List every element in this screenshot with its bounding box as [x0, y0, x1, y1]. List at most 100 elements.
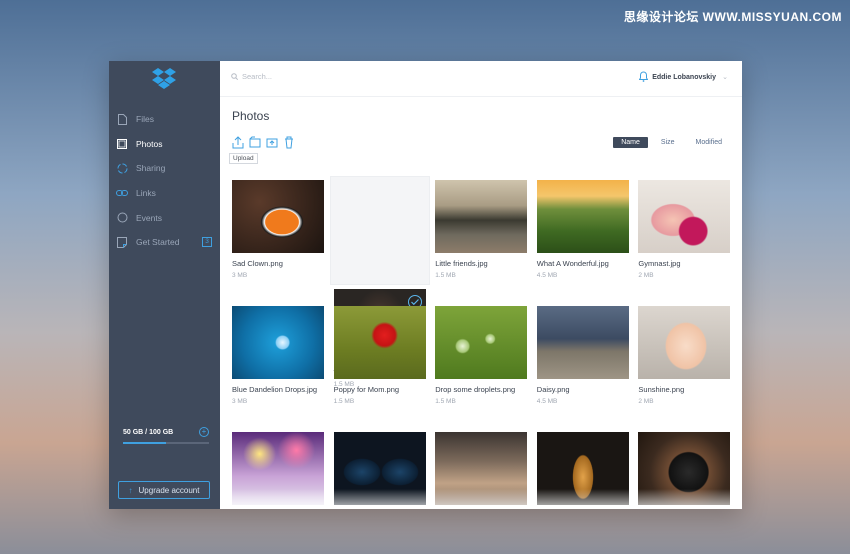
photo-thumbnail[interactable] — [638, 306, 731, 379]
photo-card[interactable] — [536, 432, 629, 505]
photo-size: 2 MB — [638, 398, 654, 405]
sidebar-item-label: Get Started — [136, 237, 180, 248]
user-name[interactable]: Eddie Lobanovskiy — [652, 74, 716, 81]
photo-name: Blue Dandelion Drops.jpg — [232, 385, 318, 394]
photo-name: Sad Clown.png — [232, 259, 283, 268]
app-window: Files Photos Sharing Links Events Get St… — [109, 61, 742, 509]
sort-by-modified-button[interactable]: Modified — [688, 137, 730, 148]
photo-card[interactable]: Sunshine.png 2 MB — [638, 306, 731, 405]
upgrade-account-label: Upgrade account — [138, 485, 200, 495]
storage-label: 50 GB / 100 GB — [123, 429, 174, 436]
sidebar-item-label: Photos — [136, 138, 163, 149]
photo-name: What A Wonderful.jpg — [536, 259, 609, 268]
photo-name: Gymnast.jpg — [638, 259, 681, 268]
photo-thumbnail[interactable] — [536, 432, 629, 505]
photo-thumbnail[interactable] — [435, 432, 528, 505]
sharing-icon — [116, 162, 128, 174]
selection-highlight — [329, 176, 430, 285]
file-icon — [116, 113, 128, 125]
sidebar-item-label: Sharing — [136, 163, 166, 174]
photo-size: 2 MB — [638, 272, 654, 279]
delete-icon[interactable] — [283, 136, 295, 149]
photo-name: Sunshine.png — [638, 385, 685, 394]
fade-overlay — [435, 489, 528, 505]
photo-thumbnail[interactable] — [638, 180, 731, 253]
photo-size: 1.5 MB — [435, 272, 456, 279]
search-box[interactable]: Search... — [231, 72, 272, 81]
sort-by-name-button[interactable]: Name — [613, 137, 648, 148]
photo-icon — [116, 138, 128, 150]
photo-thumbnail[interactable] — [536, 306, 629, 379]
fade-overlay — [232, 489, 324, 505]
sidebar-item-links[interactable]: Links — [109, 181, 220, 206]
sidebar-item-files[interactable]: Files — [109, 107, 220, 132]
arrow-up-icon: ↑ — [128, 485, 133, 495]
sidebar-item-label: Links — [136, 188, 156, 199]
photo-name: Little friends.jpg — [435, 259, 488, 268]
add-storage-icon[interactable]: + — [199, 427, 209, 437]
photo-name: Poppy for Mom.png — [333, 385, 400, 394]
search-placeholder: Search... — [242, 72, 273, 81]
photo-thumbnail[interactable] — [232, 180, 324, 253]
dropbox-logo-icon[interactable] — [151, 67, 177, 91]
sidebar-item-get-started[interactable]: Get Started 3 — [109, 230, 220, 255]
fade-overlay — [536, 489, 629, 505]
photo-thumbnail[interactable] — [536, 180, 629, 253]
photo-name: Daisy.png — [536, 385, 570, 394]
sidebar: Files Photos Sharing Links Events Get St… — [109, 61, 220, 509]
chevron-down-icon[interactable]: ⌄ — [722, 73, 728, 81]
upgrade-account-button[interactable]: ↑ Upgrade account — [118, 481, 210, 499]
photo-card[interactable]: Poppy for Mom.png 1.5 MB — [333, 306, 426, 405]
upload-tooltip: Upload — [229, 153, 258, 164]
storage-meter: 50 GB / 100 GB + — [123, 427, 209, 444]
sidebar-item-label: Events — [136, 212, 162, 223]
photo-card[interactable] — [638, 432, 731, 505]
photo-card[interactable]: What A Wonderful.jpg 4.5 MB — [536, 180, 629, 279]
sidebar-item-label: Files — [136, 114, 154, 125]
link-icon — [116, 187, 128, 199]
photo-card[interactable]: Sad Clown.png 3 MB — [232, 180, 324, 279]
get-started-icon — [116, 236, 128, 248]
photo-card[interactable]: Little friends.jpg 1.5 MB — [435, 180, 528, 279]
photo-thumbnail[interactable] — [638, 432, 731, 505]
photo-card[interactable] — [333, 432, 426, 505]
sort-controls: Name Size Modified — [608, 137, 730, 148]
sort-by-size-button[interactable]: Size — [653, 137, 683, 148]
photo-name: Drop some droplets.png — [435, 385, 516, 394]
sidebar-item-events[interactable]: Events — [109, 205, 220, 230]
events-icon — [116, 212, 128, 224]
main-panel: Search... Eddie Lobanovskiy ⌄ Photos Upl… — [220, 61, 742, 509]
photo-size: 3 MB — [232, 398, 248, 405]
share-folder-icon[interactable] — [266, 136, 278, 149]
photo-card[interactable]: Daisy.png 4.5 MB — [536, 306, 629, 405]
photo-thumbnail[interactable] — [232, 432, 324, 505]
sidebar-item-photos[interactable]: Photos — [109, 132, 220, 157]
sidebar-item-sharing[interactable]: Sharing — [109, 156, 220, 181]
new-folder-icon[interactable] — [249, 136, 261, 149]
upload-icon[interactable] — [232, 136, 244, 149]
photo-card[interactable]: Blue Dandelion Drops.jpg 3 MB — [232, 306, 324, 405]
photo-thumbnail[interactable] — [435, 180, 528, 253]
storage-bar-fill — [123, 442, 166, 444]
photo-card[interactable]: Gymnast.jpg 2 MB — [638, 180, 731, 279]
photo-size: 1.5 MB — [435, 398, 456, 405]
watermark-text: 思缘设计论坛 WWW.MISSYUAN.COM — [623, 10, 842, 24]
photo-card[interactable]: Drop some droplets.png 1.5 MB — [435, 306, 528, 405]
photo-card[interactable] — [232, 432, 324, 505]
storage-bar — [123, 442, 209, 444]
top-bar: Search... Eddie Lobanovskiy ⌄ — [220, 61, 742, 97]
photo-size: 3 MB — [232, 272, 248, 279]
page-title: Photos — [232, 109, 270, 123]
photo-thumbnail[interactable] — [435, 306, 528, 379]
get-started-badge: 3 — [202, 236, 212, 247]
photo-size: 1.5 MB — [333, 398, 355, 405]
notification-bell-icon[interactable] — [639, 71, 648, 82]
photo-thumbnail[interactable] — [232, 306, 324, 379]
photo-thumbnail[interactable] — [333, 306, 426, 379]
photo-size: 4.5 MB — [536, 272, 558, 279]
photo-card[interactable] — [435, 432, 528, 505]
fade-overlay — [638, 489, 731, 505]
photo-toolbar — [232, 136, 295, 149]
search-icon — [231, 73, 238, 80]
photo-thumbnail[interactable] — [333, 432, 426, 505]
